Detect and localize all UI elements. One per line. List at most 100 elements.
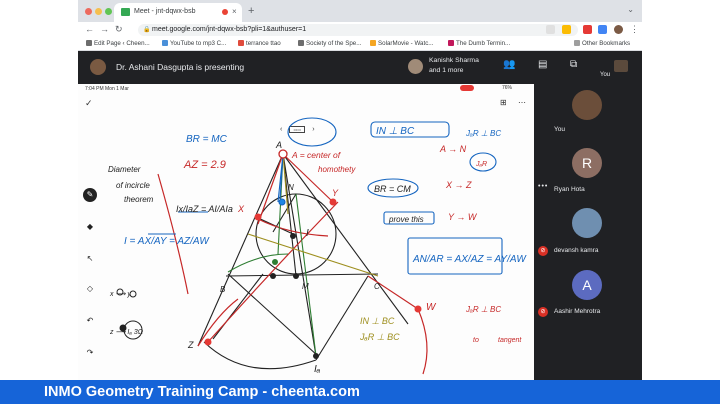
tab-strip: Meet - jnt-dqwx-bsb × + ⌄: [78, 0, 642, 22]
meet-header: Dr. Ashani Dasgupta is presenting Kanish…: [78, 51, 642, 84]
mic-off-icon: ⊘: [538, 246, 548, 256]
close-window-icon[interactable]: [85, 8, 92, 15]
participant-name: You: [554, 126, 565, 133]
mic-off-icon: ⊘: [538, 307, 548, 317]
audio-level-icon: •••: [538, 183, 549, 190]
svg-text:I = AX/AY = AZ/AW: I = AX/AY = AZ/AW: [124, 236, 210, 247]
url-text: meet.google.com/jnt-dqwx-bsb?pli=1&authu…: [152, 26, 307, 33]
self-view-label: You: [600, 72, 611, 78]
promo-banner: INMO Geometry Training Camp - cheenta.co…: [0, 380, 720, 404]
tab-title: Meet - jnt-dqwx-bsb: [134, 8, 196, 15]
camera-permission-icon[interactable]: [546, 25, 555, 34]
lock-icon: 🔒: [143, 27, 151, 33]
bookmark-item[interactable]: YouTube to mp3 C...: [162, 40, 226, 47]
svg-text:B: B: [220, 285, 226, 294]
self-view-thumbnail: [614, 60, 628, 72]
side-bc-line: [225, 273, 379, 277]
back-icon[interactable]: ←: [85, 24, 94, 34]
bookmark-item[interactable]: SolarMovie - Watc...: [370, 40, 433, 47]
tab-search-icon[interactable]: ⌄: [627, 5, 634, 14]
participant-name: Aashir Mehrotra: [554, 308, 601, 315]
menu-dots-icon[interactable]: ⋮: [630, 24, 639, 35]
svg-text:JₐR ⊥ BC: JₐR ⊥ BC: [359, 332, 400, 342]
point-a: [278, 149, 288, 159]
svg-text:A: A: [275, 140, 282, 150]
maximize-window-icon[interactable]: [105, 8, 112, 15]
side-ab-line: [197, 153, 284, 347]
point-r: [270, 273, 276, 279]
forward-icon[interactable]: →: [100, 24, 109, 34]
meet-favicon-icon: [121, 8, 130, 16]
bookmark-item[interactable]: terrance ttao: [238, 40, 281, 47]
bookmark-star-icon[interactable]: [562, 25, 571, 34]
svg-text:AN/AR = AX/AZ = AY/AW: AN/AR = AX/AZ = AY/AW: [412, 254, 527, 265]
pinned-avatar: [408, 59, 423, 74]
svg-text:Y → W: Y → W: [448, 212, 478, 222]
point-z: [204, 338, 212, 346]
extension-icon[interactable]: [583, 25, 592, 34]
other-bookmarks[interactable]: Other Bookmarks: [574, 40, 630, 47]
svg-text:C: C: [374, 282, 380, 291]
participant-avatar-ryan: R: [572, 148, 602, 178]
browser-window: Meet - jnt-dqwx-bsb × + ⌄ ← → ↻ 🔒 meet.g…: [78, 0, 642, 380]
toolbar: ← → ↻ 🔒 meet.google.com/jnt-dqwx-bsb?pli…: [78, 22, 642, 38]
bookmark-item[interactable]: Edit Page ‹ Cheen...: [86, 40, 150, 47]
svg-text:Y: Y: [332, 188, 339, 198]
svg-text:AZ = 2.9: AZ = 2.9: [183, 159, 226, 171]
shared-screen-whiteboard: 7:04 PM Mon 1 Mar 76% ✓ ⊞ ⋯ ✎ ◆ ↖ ◇ ↶ ↷ …: [78, 84, 534, 380]
point-i: [290, 233, 296, 239]
extension-icon-2[interactable]: [598, 25, 607, 34]
presenter-avatar: [90, 59, 106, 75]
minimize-window-icon[interactable]: [95, 8, 102, 15]
tab-close-icon[interactable]: ×: [232, 7, 237, 16]
svg-text:Iₐ: Iₐ: [314, 364, 321, 375]
participant-avatar-aashir: A: [572, 270, 602, 300]
bookmark-item[interactable]: The Dumb Termin...: [448, 40, 510, 47]
handwritten-diagram: BR = MC AZ = 2.9 A = center of homothety…: [108, 117, 527, 375]
chat-icon[interactable]: ▤: [538, 59, 547, 70]
svg-text:X → Z: X → Z: [445, 180, 472, 190]
presenting-label: Dr. Ashani Dasgupta is presenting: [116, 62, 245, 72]
svg-text:homothety: homothety: [318, 165, 356, 174]
svg-text:tangent: tangent: [498, 337, 522, 344]
people-icon[interactable]: 👥: [503, 59, 515, 70]
screen: Meet - jnt-dqwx-bsb × + ⌄ ← → ↻ 🔒 meet.g…: [0, 0, 720, 404]
svg-text:BR = CM: BR = CM: [374, 184, 411, 194]
svg-text:Z: Z: [187, 340, 194, 350]
svg-text:to: to: [473, 337, 479, 344]
svg-text:A → N: A → N: [439, 144, 467, 154]
svg-text:N: N: [288, 183, 294, 192]
tab-meet[interactable]: Meet - jnt-dqwx-bsb ×: [114, 3, 242, 22]
svg-text:IN ⊥ BC: IN ⊥ BC: [360, 316, 395, 326]
recording-indicator-icon: [222, 9, 228, 15]
point-w: [414, 305, 422, 313]
svg-text:z ⟶ Iₐ 3Ω: z ⟶ Iₐ 3Ω: [109, 329, 144, 336]
reload-icon[interactable]: ↻: [115, 24, 123, 35]
activities-icon[interactable]: ⧉: [570, 59, 577, 70]
profile-avatar[interactable]: [614, 25, 623, 34]
excircle-arc: [203, 341, 317, 370]
point-y: [329, 198, 337, 206]
svg-text:theorem: theorem: [124, 195, 154, 204]
point-ia: [313, 353, 319, 359]
pinned-participants[interactable]: Kanishk Sharma and 1 more: [429, 56, 479, 76]
svg-text:prove this: prove this: [388, 215, 424, 224]
point-n: [272, 259, 278, 265]
svg-text:JₐR: JₐR: [475, 161, 487, 168]
svg-text:x ⟶ y: x ⟶ y: [109, 291, 131, 298]
participant-avatar-you: [572, 90, 602, 120]
point-x: [254, 213, 262, 221]
bookmarks-bar: Edit Page ‹ Cheen... YouTube to mp3 C...…: [78, 38, 642, 51]
svg-text:BR = MC: BR = MC: [186, 134, 228, 145]
bookmark-item[interactable]: Society of the Spe...: [298, 40, 361, 47]
participant-avatar-devansh: [572, 208, 602, 238]
new-tab-button[interactable]: +: [248, 5, 254, 17]
svg-text:W: W: [426, 302, 437, 313]
address-bar[interactable]: 🔒 meet.google.com/jnt-dqwx-bsb?pli=1&aut…: [138, 24, 578, 36]
svg-text:I: I: [306, 228, 309, 239]
svg-text:Diameter: Diameter: [108, 165, 141, 174]
svg-text:X: X: [237, 204, 245, 214]
svg-text:JₐR ⊥ BC: JₐR ⊥ BC: [465, 305, 501, 314]
participant-name: Ryan Hota: [554, 186, 585, 193]
svg-text:IN ⊥ BC: IN ⊥ BC: [376, 126, 415, 137]
